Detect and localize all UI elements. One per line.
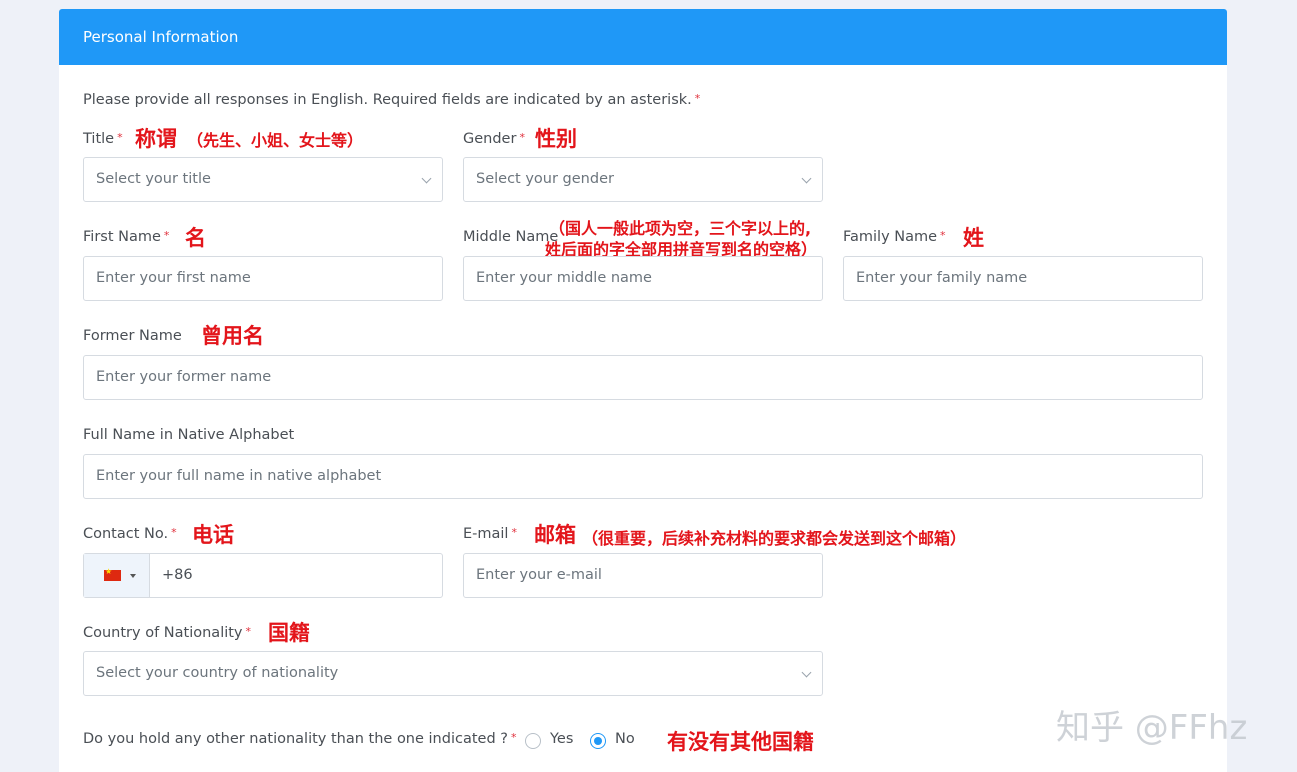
email-annotation-extra: （很重要，后续补充材料的要求都会发送到这个邮箱） bbox=[582, 529, 967, 548]
country-code-dropdown[interactable]: ★ bbox=[84, 554, 150, 597]
email-input[interactable]: Enter your e-mail bbox=[463, 553, 823, 598]
required-mark: * bbox=[940, 229, 946, 242]
personal-information-card: Personal Information Please provide all … bbox=[59, 9, 1227, 772]
title-annotation: 称谓 bbox=[135, 127, 177, 151]
intro-text-content: Please provide all responses in English.… bbox=[83, 92, 692, 108]
watermark: 知乎 @FFhz bbox=[1056, 708, 1248, 748]
other-nationality-question-text: Do you hold any other nationality than t… bbox=[83, 731, 508, 747]
required-mark: * bbox=[694, 92, 701, 105]
required-mark: * bbox=[171, 526, 177, 539]
first-name-label: First Name * bbox=[83, 229, 169, 245]
chevron-down-icon bbox=[421, 173, 432, 184]
contact-annotation: 电话 bbox=[192, 523, 234, 547]
required-mark: * bbox=[510, 731, 517, 744]
nationality-label-text: Country of Nationality bbox=[83, 625, 243, 641]
middle-name-label: Middle Name bbox=[463, 229, 559, 245]
chevron-down-icon bbox=[801, 667, 812, 678]
gender-select[interactable]: Select your gender bbox=[463, 157, 823, 202]
native-name-placeholder: Enter your full name in native alphabet bbox=[96, 468, 382, 484]
gender-select-placeholder: Select your gender bbox=[476, 171, 614, 187]
other-nationality-no-radio[interactable] bbox=[590, 733, 606, 749]
title-select-placeholder: Select your title bbox=[96, 171, 211, 187]
required-mark: * bbox=[511, 526, 517, 539]
gender-label: Gender * bbox=[463, 131, 525, 147]
required-mark: * bbox=[117, 131, 123, 144]
nationality-select[interactable]: Select your country of nationality bbox=[83, 651, 823, 696]
family-name-label-text: Family Name bbox=[843, 229, 938, 245]
required-mark: * bbox=[163, 229, 170, 242]
contact-label: Contact No. * bbox=[83, 526, 177, 542]
middle-name-input[interactable]: Enter your middle name bbox=[463, 256, 823, 301]
first-name-input[interactable]: Enter your first name bbox=[83, 256, 443, 301]
other-nationality-question: Do you hold any other nationality than t… bbox=[83, 731, 516, 747]
former-name-label: Former Name bbox=[83, 328, 182, 344]
native-name-label: Full Name in Native Alphabet bbox=[83, 427, 295, 443]
nationality-placeholder: Select your country of nationality bbox=[96, 665, 339, 681]
native-name-input[interactable]: Enter your full name in native alphabet bbox=[83, 454, 1203, 499]
other-nationality-annotation: 有没有其他国籍 bbox=[667, 730, 814, 754]
email-label-text: E-mail bbox=[463, 526, 509, 542]
phone-value: +86 bbox=[162, 567, 193, 583]
middle-name-placeholder: Enter your middle name bbox=[476, 270, 652, 286]
contact-label-text: Contact No. bbox=[83, 526, 169, 542]
intro-text: Please provide all responses in English.… bbox=[83, 92, 700, 108]
title-label-text: Title bbox=[83, 131, 115, 147]
contact-phone-input[interactable]: ★ +86 bbox=[83, 553, 443, 598]
former-name-input[interactable]: Enter your former name bbox=[83, 355, 1203, 400]
nationality-annotation: 国籍 bbox=[268, 621, 310, 645]
email-label: E-mail * bbox=[463, 526, 517, 542]
title-label: Title * bbox=[83, 131, 123, 147]
title-select[interactable]: Select your title bbox=[83, 157, 443, 202]
required-mark: * bbox=[519, 131, 525, 144]
gender-annotation: 性别 bbox=[535, 127, 577, 151]
family-name-annotation: 姓 bbox=[963, 226, 984, 250]
other-nationality-no-label[interactable]: No bbox=[615, 731, 635, 747]
family-name-input[interactable]: Enter your family name bbox=[843, 256, 1203, 301]
first-name-label-text: First Name bbox=[83, 229, 161, 245]
family-name-placeholder: Enter your family name bbox=[856, 270, 1028, 286]
first-name-placeholder: Enter your first name bbox=[96, 270, 251, 286]
china-flag-icon: ★ bbox=[104, 567, 121, 581]
first-name-annotation: 名 bbox=[185, 226, 206, 250]
email-placeholder: Enter your e-mail bbox=[476, 567, 602, 583]
title-annotation-extra: （先生、小姐、女士等） bbox=[187, 131, 364, 150]
caret-down-icon bbox=[130, 574, 136, 578]
email-annotation: 邮箱 bbox=[534, 523, 576, 547]
former-name-placeholder: Enter your former name bbox=[96, 369, 272, 385]
required-mark: * bbox=[245, 625, 252, 638]
nationality-label: Country of Nationality * bbox=[83, 625, 251, 641]
other-nationality-yes-radio[interactable] bbox=[525, 733, 541, 749]
former-name-annotation: 曾用名 bbox=[201, 324, 264, 348]
chevron-down-icon bbox=[801, 173, 812, 184]
card-header: Personal Information bbox=[59, 9, 1227, 65]
family-name-label: Family Name * bbox=[843, 229, 946, 245]
gender-label-text: Gender bbox=[463, 131, 517, 147]
page: Personal Information Please provide all … bbox=[0, 0, 1297, 772]
other-nationality-yes-label[interactable]: Yes bbox=[550, 731, 573, 747]
